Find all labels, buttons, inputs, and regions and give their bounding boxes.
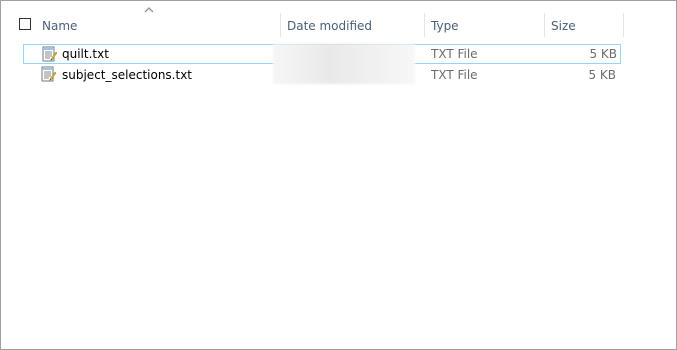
column-divider[interactable] (623, 13, 624, 37)
column-header-type[interactable]: Type (431, 15, 459, 37)
file-size: 5 KB (588, 68, 616, 82)
file-name[interactable]: subject_selections.txt (62, 65, 192, 85)
column-divider[interactable] (280, 13, 281, 37)
file-list-window: Name Date modified Type Size quilt.txt T… (0, 0, 677, 350)
file-type: TXT File (431, 47, 478, 61)
text-document-icon (42, 46, 57, 62)
column-divider[interactable] (544, 13, 545, 37)
select-all-checkbox[interactable] (19, 18, 31, 30)
text-document-icon (41, 66, 56, 82)
chevron-up-icon (144, 7, 154, 13)
date-modified-redacted (273, 44, 415, 84)
file-name[interactable]: quilt.txt (62, 44, 109, 64)
column-header-bar: Name Date modified Type Size (1, 1, 676, 37)
column-header-name[interactable]: Name (42, 15, 77, 37)
column-divider[interactable] (424, 13, 425, 37)
column-header-date-modified[interactable]: Date modified (287, 15, 372, 37)
column-header-size[interactable]: Size (551, 15, 576, 37)
file-type: TXT File (431, 68, 478, 82)
file-size: 5 KB (589, 47, 617, 61)
